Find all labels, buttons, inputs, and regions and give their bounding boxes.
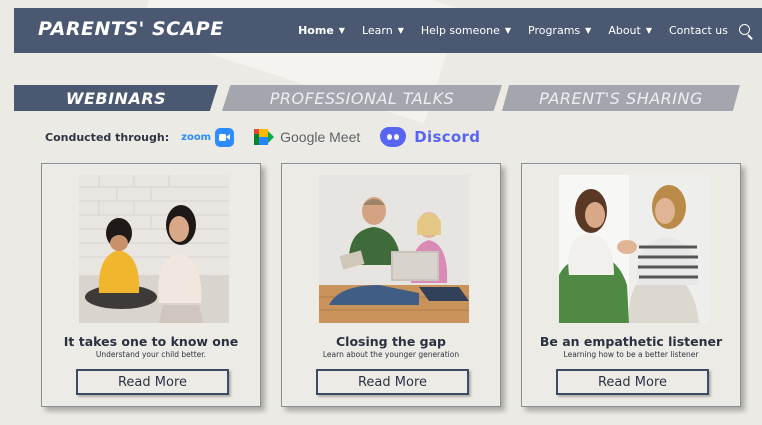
card-subtitle: Learn about the younger generation xyxy=(322,350,460,359)
read-more-button[interactable]: Read More xyxy=(316,369,469,395)
webinar-photo-mother-comforting-daughter xyxy=(79,175,229,323)
google-meet-logo: Google Meet xyxy=(254,129,360,145)
nav-home[interactable]: Home ▼ xyxy=(298,24,345,37)
webinar-card: Be an empathetic listener Learning how t… xyxy=(521,163,741,407)
search-icon[interactable] xyxy=(738,23,754,40)
webinar-photo-father-daughter-laptop xyxy=(319,175,469,323)
tab-webinars[interactable]: WEBINARS xyxy=(14,85,218,111)
card-title: Closing the gap xyxy=(335,334,446,349)
tab-parents-sharing[interactable]: PARENT'S SHARING xyxy=(502,85,740,111)
webinar-photo-women-listening xyxy=(559,175,709,323)
nav-contact-us[interactable]: Contact us xyxy=(669,24,728,37)
google-meet-wordmark: Google Meet xyxy=(280,129,361,145)
nav-help-someone-label: Help someone xyxy=(420,24,500,37)
discord-icon xyxy=(380,127,407,147)
top-navbar: PARENTS' SCAPE Home ▼ Learn ▼ Help someo… xyxy=(14,8,762,53)
nav-learn-label: Learn xyxy=(361,24,393,37)
tab-professional-talks-label: PROFESSIONAL TALKS xyxy=(269,88,455,108)
chevron-down-icon: ▼ xyxy=(585,26,592,35)
chevron-down-icon: ▼ xyxy=(338,26,345,35)
tab-professional-talks[interactable]: PROFESSIONAL TALKS xyxy=(222,85,502,111)
conducted-through-label: Conducted through: xyxy=(45,130,170,144)
conducted-through-row: Conducted through: zoom Google Meet Disc… xyxy=(45,123,480,151)
card-subtitle: Understand your child better. xyxy=(95,350,207,359)
google-meet-icon xyxy=(254,129,275,145)
nav-programs-label: Programs xyxy=(528,24,581,37)
nav-contact-us-label: Contact us xyxy=(669,24,728,37)
read-more-button[interactable]: Read More xyxy=(556,369,709,395)
card-title: It takes one to know one xyxy=(63,334,239,349)
tab-webinars-label: WEBINARS xyxy=(65,88,167,108)
tab-parents-sharing-label: PARENT'S SHARING xyxy=(539,88,703,108)
webinar-card: Closing the gap Learn about the younger … xyxy=(281,163,501,407)
brand-logo[interactable]: PARENTS' SCAPE xyxy=(38,18,224,40)
chevron-down-icon: ▼ xyxy=(397,26,404,35)
nav-help-someone[interactable]: Help someone ▼ xyxy=(421,24,511,37)
nav-home-label: Home xyxy=(298,24,334,37)
zoom-wordmark: zoom xyxy=(181,131,212,143)
main-nav: Home ▼ Learn ▼ Help someone ▼ Programs ▼… xyxy=(281,8,754,53)
content-tabs: WEBINARS PROFESSIONAL TALKS PARENT'S SHA… xyxy=(14,85,744,111)
zoom-camera-icon xyxy=(215,127,235,147)
discord-logo: Discord xyxy=(380,127,480,147)
card-title: Be an empathetic listener xyxy=(539,334,723,349)
nav-learn[interactable]: Learn ▼ xyxy=(362,24,404,37)
webinar-card: It takes one to know one Understand your… xyxy=(41,163,261,407)
zoom-logo: zoom xyxy=(181,127,235,147)
nav-about[interactable]: About ▼ xyxy=(608,24,652,37)
card-subtitle: Learning how to be a better listener xyxy=(563,350,699,359)
read-more-button[interactable]: Read More xyxy=(76,369,229,395)
nav-programs[interactable]: Programs ▼ xyxy=(528,24,591,37)
chevron-down-icon: ▼ xyxy=(504,26,511,35)
nav-about-label: About xyxy=(608,24,641,37)
discord-wordmark: Discord xyxy=(414,128,481,146)
chevron-down-icon: ▼ xyxy=(645,26,652,35)
